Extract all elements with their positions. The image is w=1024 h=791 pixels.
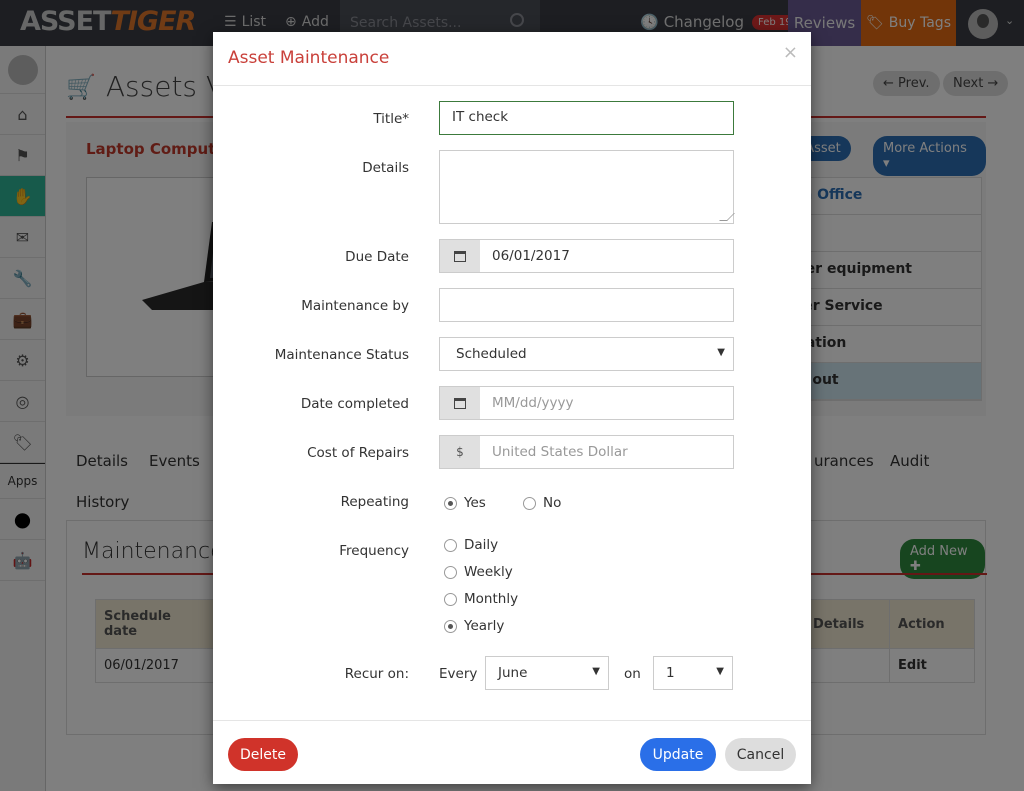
calendar-button[interactable]: [440, 240, 480, 272]
dollar-icon: $: [440, 436, 480, 468]
modal-header: Asset Maintenance ×: [213, 32, 811, 86]
repeating-label: Repeating: [340, 494, 409, 510]
recur-month-select[interactable]: June ▼: [485, 656, 609, 690]
close-icon[interactable]: ×: [783, 42, 798, 63]
calendar-icon: [454, 397, 466, 409]
status-label: Maintenance Status: [274, 347, 409, 363]
frequency-daily-radio[interactable]: Daily: [444, 537, 498, 553]
repeating-yes-radio[interactable]: Yes: [444, 495, 486, 511]
modal-title: Asset Maintenance: [228, 48, 390, 68]
radio-icon: [444, 592, 457, 606]
cost-input[interactable]: $ United States Dollar: [439, 435, 734, 469]
recur-on-text: on: [624, 666, 641, 682]
radio-selected-icon: [444, 496, 457, 510]
title-input[interactable]: IT check: [439, 101, 734, 135]
modal-footer: Delete Update Cancel: [213, 720, 811, 784]
details-textarea[interactable]: [439, 150, 734, 224]
frequency-weekly-radio[interactable]: Weekly: [444, 564, 513, 580]
due-date-label: Due Date: [345, 249, 409, 265]
update-button[interactable]: Update: [640, 738, 716, 771]
radio-selected-icon: [444, 619, 457, 633]
recur-every-text: Every: [439, 666, 478, 682]
due-date-value: 06/01/2017: [492, 248, 570, 264]
caret-down-icon: ▼: [592, 666, 600, 677]
date-completed-placeholder: MM/dd/yyyy: [492, 395, 574, 411]
title-label: Title*: [373, 111, 409, 127]
maintenance-by-input[interactable]: [439, 288, 734, 322]
cancel-button[interactable]: Cancel: [725, 738, 796, 771]
date-completed-label: Date completed: [300, 396, 409, 412]
caret-down-icon: ▼: [716, 666, 724, 677]
recur-day-select[interactable]: 1 ▼: [653, 656, 733, 690]
due-date-input[interactable]: 06/01/2017: [439, 239, 734, 273]
calendar-icon: [454, 250, 466, 262]
maintenance-by-label: Maintenance by: [301, 298, 409, 314]
frequency-monthly-radio[interactable]: Monthly: [444, 591, 518, 607]
details-label: Details: [362, 160, 409, 176]
calendar-button[interactable]: [440, 387, 480, 419]
status-select[interactable]: Scheduled ▼: [439, 337, 734, 371]
repeating-no-radio[interactable]: No: [523, 495, 561, 511]
recur-on-label: Recur on:: [344, 666, 409, 682]
asset-maintenance-modal: Asset Maintenance × Title* IT check Deta…: [213, 32, 811, 784]
radio-icon: [444, 565, 457, 579]
radio-icon: [444, 538, 457, 552]
frequency-label: Frequency: [339, 543, 409, 559]
date-completed-input[interactable]: MM/dd/yyyy: [439, 386, 734, 420]
cost-placeholder: United States Dollar: [492, 444, 628, 460]
delete-button[interactable]: Delete: [228, 738, 298, 771]
cost-label: Cost of Repairs: [307, 445, 409, 461]
caret-down-icon: ▼: [717, 347, 725, 358]
radio-icon: [523, 496, 536, 510]
frequency-yearly-radio[interactable]: Yearly: [444, 618, 504, 634]
